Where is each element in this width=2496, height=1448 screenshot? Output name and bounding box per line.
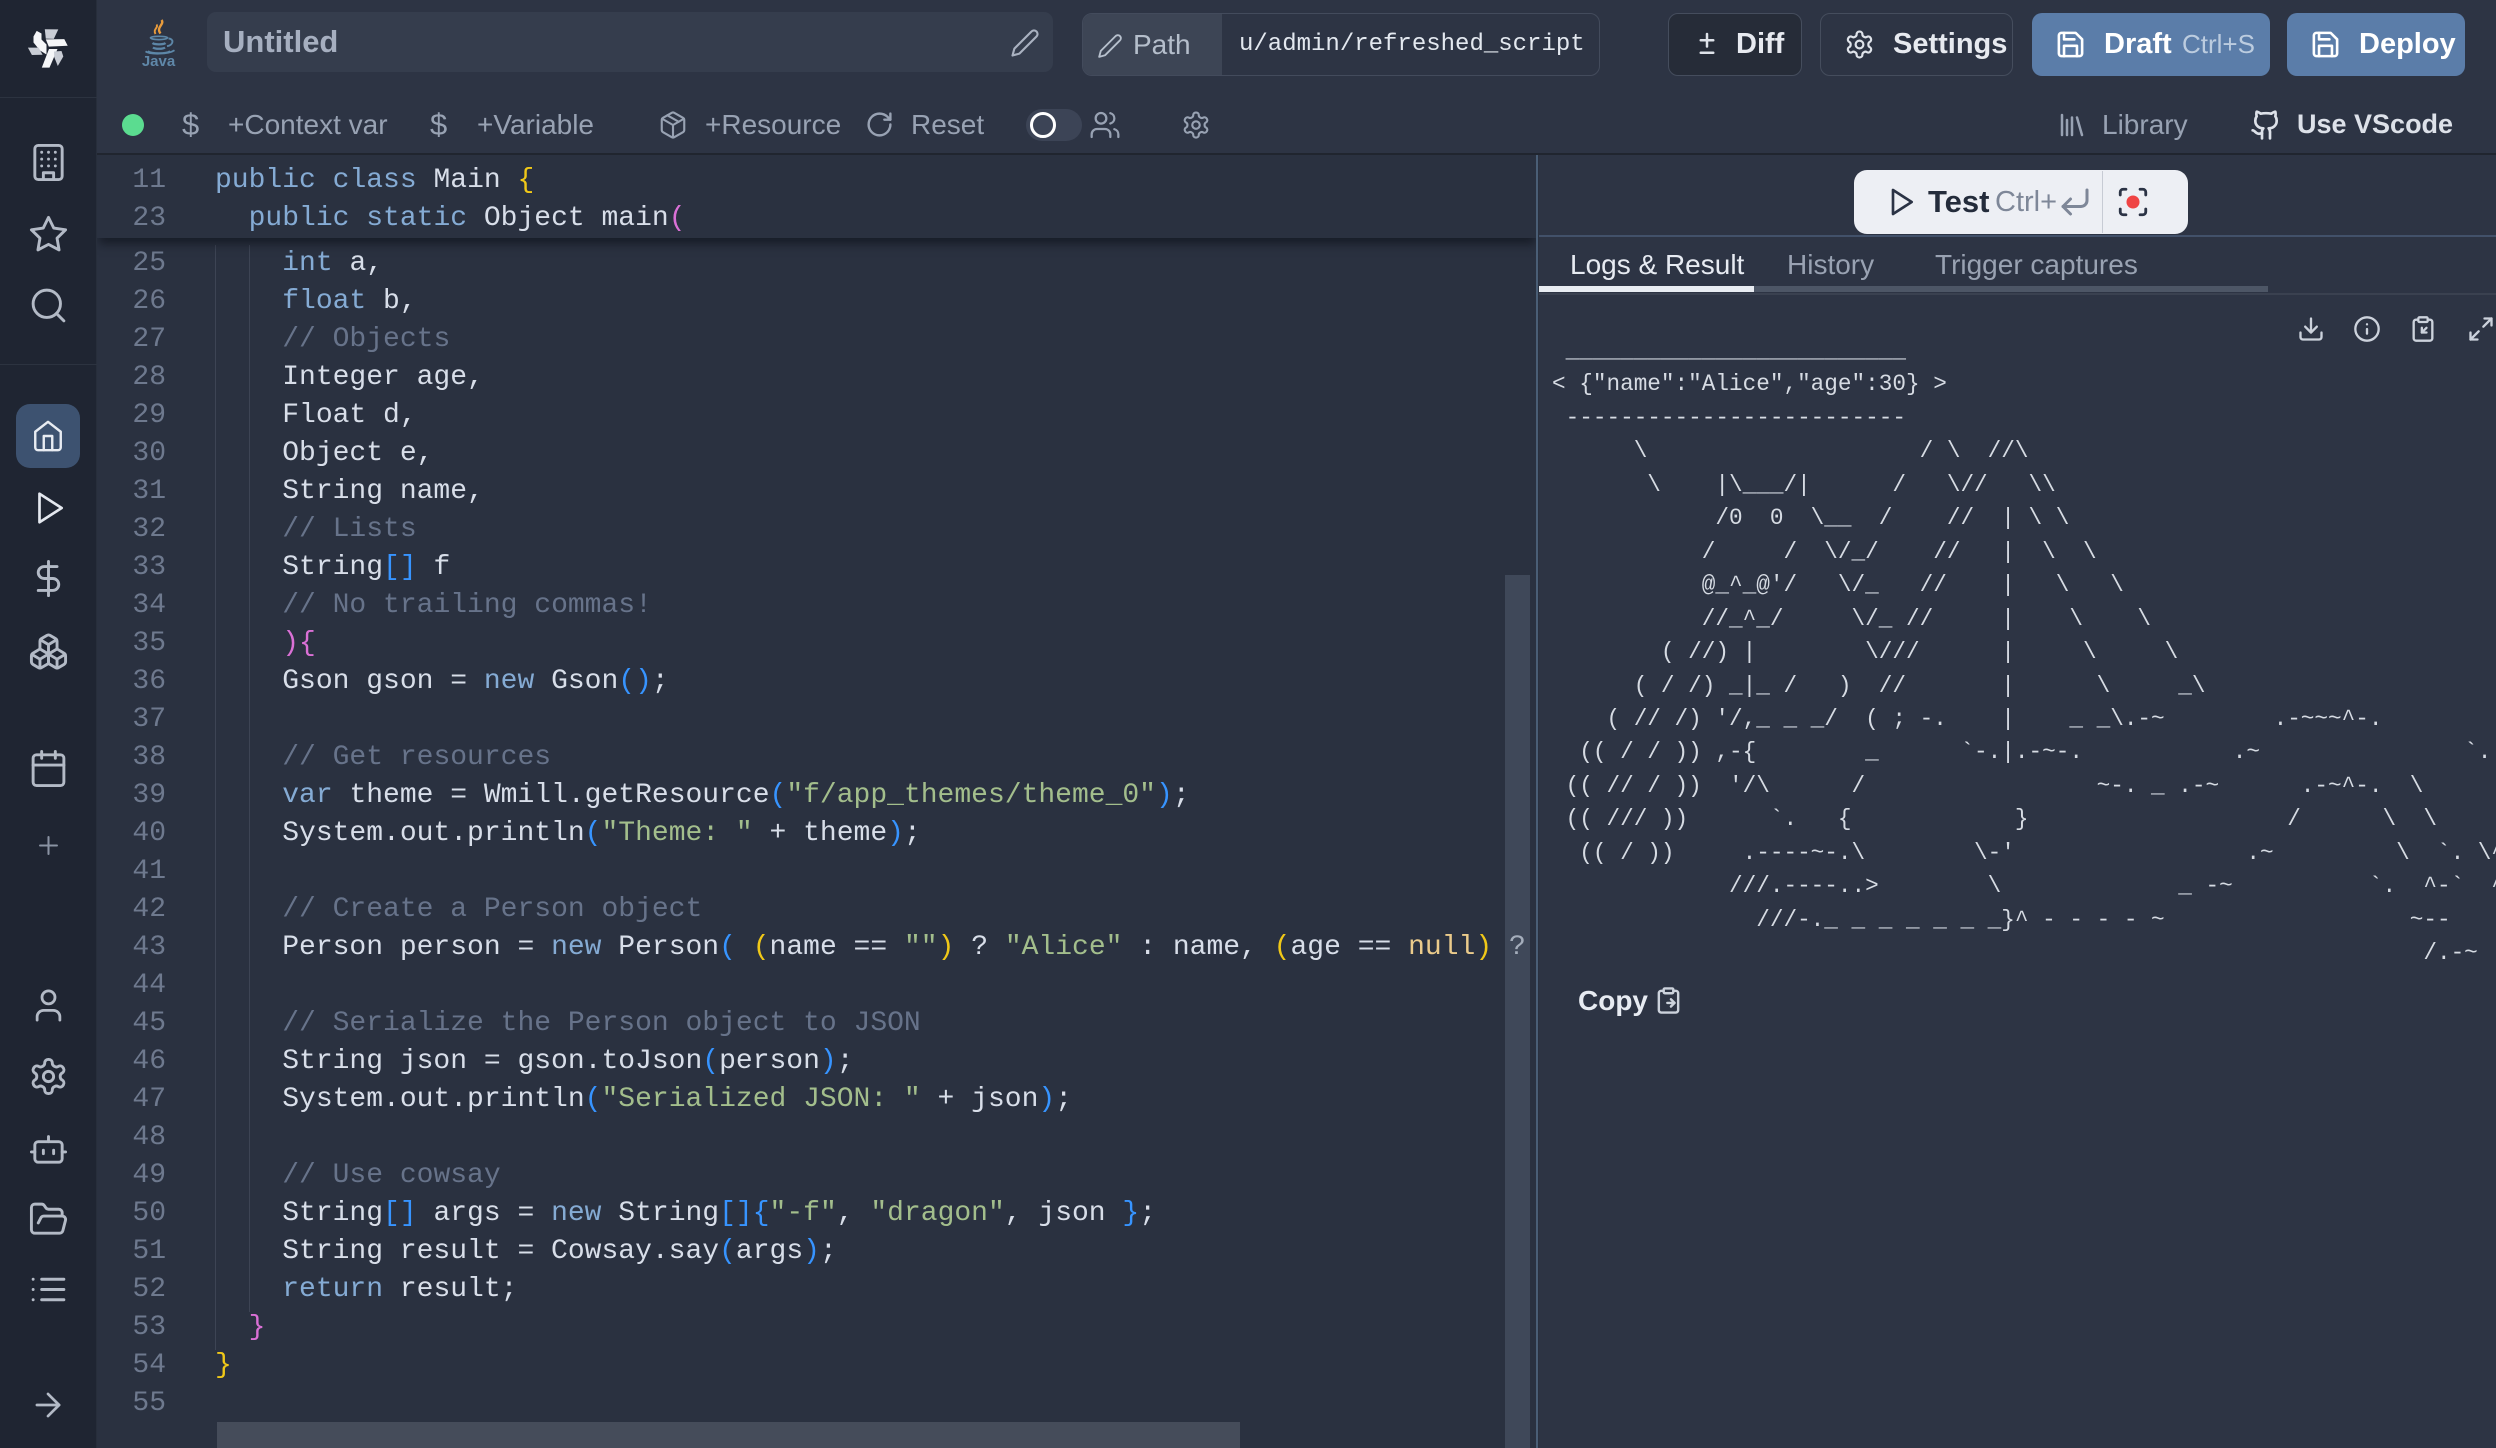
svg-text:Java: Java xyxy=(142,53,176,68)
